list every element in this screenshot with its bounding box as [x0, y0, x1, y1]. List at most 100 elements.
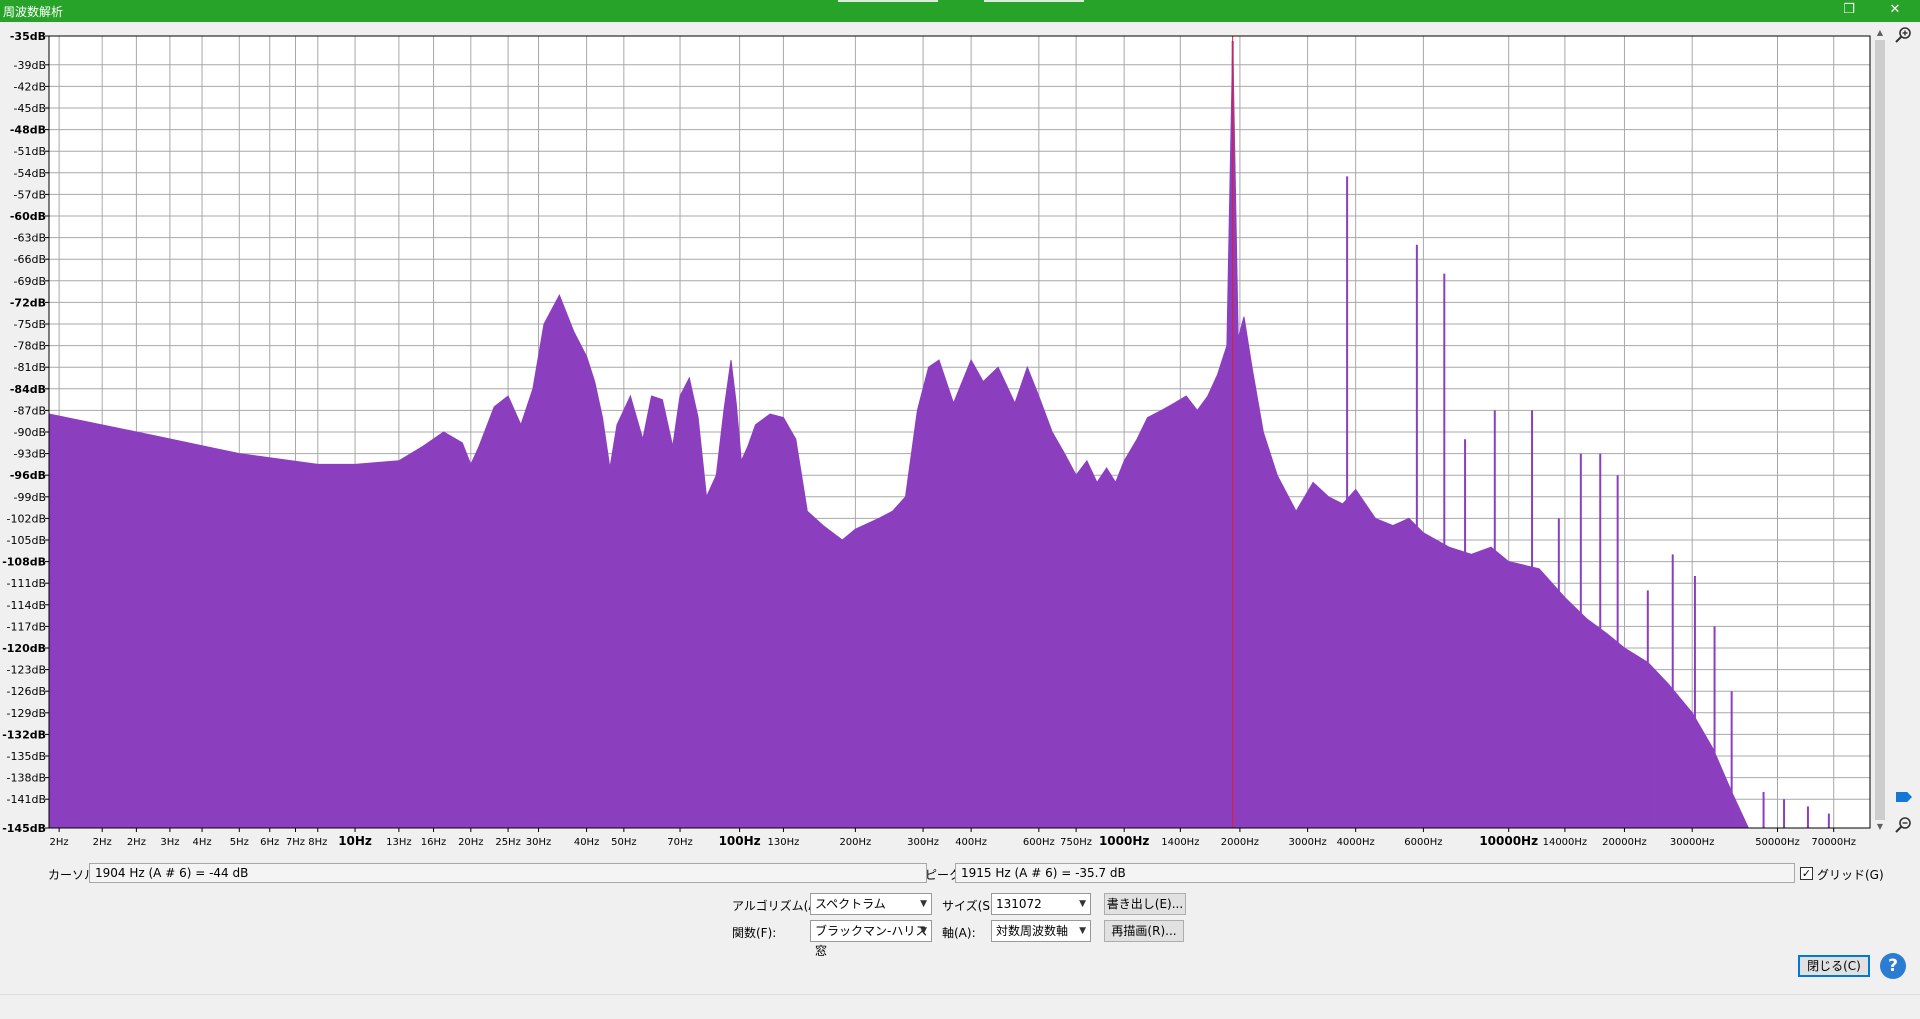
x-tick-label: 30000Hz — [1670, 837, 1715, 848]
export-button[interactable]: 書き出し(E)... — [1104, 893, 1186, 915]
y-tick-label: -93dB — [14, 448, 47, 461]
y-tick-label: -141dB — [7, 793, 47, 806]
function-label: 関数(F): — [732, 926, 777, 940]
x-tick-label: 300Hz — [907, 837, 939, 848]
x-tick-label: 50Hz — [611, 837, 637, 848]
x-tick-label: 2Hz — [127, 837, 146, 848]
x-tick-label: 6Hz — [260, 837, 279, 848]
close-button[interactable]: 閉じる(C) — [1798, 955, 1870, 977]
close-window-button[interactable]: ✕ — [1872, 0, 1918, 22]
title-bar: 周波数解析 ❐ ✕ — [0, 0, 1920, 22]
axis-select[interactable]: 対数周波数軸 ▼ — [991, 920, 1091, 942]
size-value: 131072 — [996, 897, 1042, 911]
y-tick-label: -105dB — [7, 534, 47, 547]
x-tick-label: 100Hz — [719, 834, 761, 848]
x-tick-label: 10Hz — [338, 834, 372, 848]
y-tick-label: -87dB — [14, 404, 47, 417]
zoom-out-icon[interactable] — [1894, 816, 1912, 834]
y-tick-label: -45dB — [14, 102, 47, 115]
y-tick-label: -145dB — [2, 822, 46, 835]
function-value: ブラックマン-ハリス窓 — [815, 924, 928, 958]
y-tick-label: -51dB — [14, 145, 47, 158]
x-tick-label: 8Hz — [308, 837, 327, 848]
y-tick-label: -69dB — [14, 275, 47, 288]
replot-button[interactable]: 再描画(R)... — [1104, 920, 1184, 942]
x-tick-label: 20Hz — [458, 837, 484, 848]
peak-readout: 1915 Hz (A # 6) = -35.7 dB — [955, 863, 1795, 883]
x-tick-label: 4Hz — [192, 837, 211, 848]
x-tick-label: 2Hz — [93, 837, 112, 848]
y-tick-label: -96dB — [10, 469, 46, 482]
x-tick-label: 14000Hz — [1543, 837, 1588, 848]
y-tick-label: -90dB — [14, 426, 47, 439]
chevron-down-icon: ▼ — [1079, 899, 1086, 909]
y-tick-label: -57dB — [14, 188, 47, 201]
y-tick-label: -135dB — [7, 750, 47, 763]
y-tick-label: -114dB — [7, 599, 47, 612]
x-tick-label: 70000Hz — [1811, 837, 1856, 848]
y-tick-label: -35dB — [10, 30, 46, 43]
axis-value: 対数周波数軸 — [996, 924, 1069, 938]
y-tick-label: -120dB — [2, 642, 46, 655]
y-tick-label: -123dB — [7, 664, 47, 677]
x-tick-label: 200Hz — [839, 837, 871, 848]
grid-checkbox[interactable]: ✓ — [1800, 867, 1813, 880]
help-icon[interactable]: ? — [1880, 953, 1906, 979]
x-tick-label: 50000Hz — [1755, 837, 1800, 848]
y-tick-label: -60dB — [10, 210, 46, 223]
status-divider — [0, 994, 1920, 995]
x-tick-label: 30Hz — [526, 837, 552, 848]
restore-button[interactable]: ❐ — [1826, 0, 1872, 22]
x-tick-label: 4000Hz — [1337, 837, 1375, 848]
x-tick-label: 70Hz — [667, 837, 693, 848]
x-tick-label: 2Hz — [50, 837, 69, 848]
y-tick-label: -126dB — [7, 685, 47, 698]
scrollbar-thumb[interactable] — [1875, 40, 1885, 820]
chevron-down-icon: ▼ — [920, 899, 927, 909]
vertical-scrollbar[interactable]: ▲ ▼ — [1874, 26, 1886, 834]
y-tick-label: -99dB — [14, 491, 47, 504]
y-tick-label: -48dB — [10, 124, 46, 137]
y-tick-label: -42dB — [14, 80, 47, 93]
x-tick-label: 6000Hz — [1404, 837, 1442, 848]
y-tick-label: -108dB — [2, 556, 46, 569]
x-tick-label: 40Hz — [574, 837, 600, 848]
y-tick-label: -39dB — [14, 59, 47, 72]
size-select[interactable]: 131072 ▼ — [991, 893, 1091, 915]
y-tick-label: -75dB — [14, 318, 47, 331]
x-tick-label: 3Hz — [160, 837, 179, 848]
y-tick-label: -117dB — [7, 620, 47, 633]
x-tick-label: 13Hz — [386, 837, 412, 848]
title-decoration — [984, 0, 1084, 2]
y-tick-label: -132dB — [2, 728, 46, 741]
title-decoration — [838, 0, 938, 2]
x-tick-label: 600Hz — [1023, 837, 1055, 848]
scroll-up-arrow-icon[interactable]: ▲ — [1874, 28, 1886, 37]
x-tick-label: 20000Hz — [1602, 837, 1647, 848]
spectrum-plot[interactable]: -35dB -39dB -42dB -45dB -48dB -51dB -54dB -57dB… — [0, 22, 1880, 852]
y-tick-label: -66dB — [14, 253, 47, 266]
axis-label: 軸(A): — [942, 926, 976, 940]
function-select[interactable]: ブラックマン-ハリス窓 ▼ — [810, 920, 932, 958]
window-title: 周波数解析 — [3, 5, 64, 19]
cursor-readout: 1904 Hz (A # 6) = -44 dB — [89, 863, 927, 883]
x-tick-label: 130Hz — [767, 837, 799, 848]
x-tick-label: 3000Hz — [1289, 837, 1327, 848]
algorithm-value: スペクトラム — [815, 897, 886, 911]
x-tick-label: 10000Hz — [1479, 834, 1538, 848]
x-tick-label: 400Hz — [955, 837, 987, 848]
x-tick-label: 750Hz — [1060, 837, 1092, 848]
x-tick-label: 5Hz — [230, 837, 249, 848]
zoom-in-icon[interactable] — [1894, 26, 1912, 44]
grid-label[interactable]: グリッド(G) — [1817, 866, 1884, 883]
algorithm-select[interactable]: スペクトラム ▼ — [810, 893, 932, 915]
x-tick-label: 25Hz — [495, 837, 521, 848]
chevron-down-icon: ▼ — [920, 926, 927, 936]
y-tick-label: -138dB — [7, 772, 47, 785]
y-tick-label: -84dB — [10, 383, 46, 396]
zoom-slider-marker[interactable] — [1896, 792, 1912, 802]
y-tick-label: -63dB — [14, 232, 47, 245]
scroll-down-arrow-icon[interactable]: ▼ — [1874, 822, 1886, 831]
x-tick-label: 1000Hz — [1099, 834, 1149, 848]
y-tick-label: -102dB — [7, 512, 47, 525]
